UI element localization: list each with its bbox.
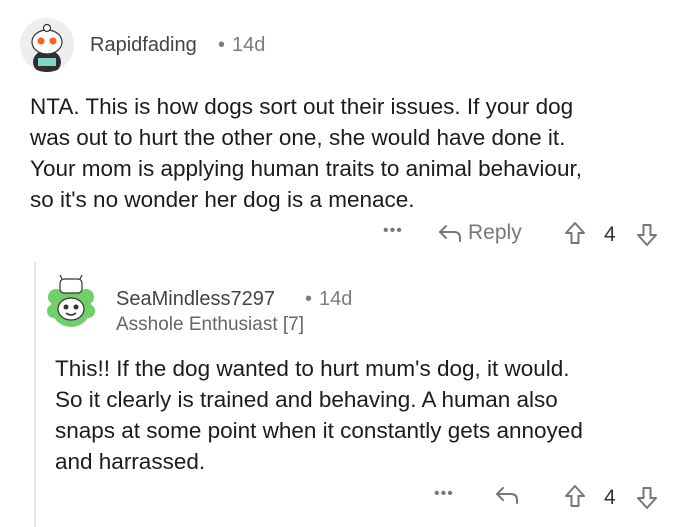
reply-body: This!! If the dog wanted to hurt mum's d… — [55, 353, 695, 477]
reply-body-line: and harrassed. — [55, 449, 206, 474]
vote-count: 4 — [604, 486, 616, 509]
comment-body-line: was out to hurt the other one, she would… — [30, 125, 566, 150]
vote-count: 4 — [604, 223, 616, 246]
reply-button[interactable]: Reply — [438, 221, 522, 245]
comment-body-line: so it's no wonder her dog is a menace. — [30, 187, 415, 212]
more-options-button[interactable]: ••• — [383, 222, 403, 240]
reply-arrow-icon — [496, 487, 518, 504]
snoo-avatar-icon — [47, 275, 95, 327]
comment-body-line: Your mom is applying human traits to ani… — [30, 156, 582, 181]
more-options-button[interactable]: ••• — [434, 485, 454, 503]
meta-separator: • — [218, 34, 226, 56]
reply-arrow-icon — [439, 225, 461, 242]
avatar[interactable] — [46, 275, 96, 329]
downvote-arrow-icon — [637, 487, 657, 509]
upvote-arrow-icon — [565, 485, 585, 507]
comment-body: NTA. This is how dogs sort out their iss… — [30, 91, 690, 215]
reply-label: Reply — [468, 221, 522, 244]
reply-body-line: This!! If the dog wanted to hurt mum's d… — [55, 356, 570, 381]
user-flair: Asshole Enthusiast [7] — [116, 314, 304, 335]
more-dots-icon: ••• — [383, 222, 403, 239]
downvote-arrow-icon — [637, 224, 657, 246]
comment-body-line: NTA. This is how dogs sort out their iss… — [30, 94, 574, 119]
downvote-button[interactable] — [636, 486, 658, 515]
upvote-button[interactable] — [564, 221, 586, 250]
snoo-avatar-icon — [20, 18, 74, 72]
meta-separator: • — [305, 288, 313, 310]
downvote-button[interactable] — [636, 223, 658, 252]
avatar[interactable] — [20, 18, 74, 72]
comment-username[interactable]: Rapidfading — [90, 34, 197, 57]
reply-username[interactable]: SeaMindless7297 — [116, 288, 275, 311]
more-dots-icon: ••• — [434, 485, 454, 502]
reply-age[interactable]: 14d — [319, 288, 352, 311]
upvote-button[interactable] — [564, 484, 586, 513]
thread-line[interactable] — [34, 262, 36, 527]
reply-button[interactable] — [495, 484, 519, 511]
reply-body-line: snaps at some point when it constantly g… — [55, 418, 583, 443]
reply-body-line: So it clearly is trained and behaving. A… — [55, 387, 558, 412]
upvote-arrow-icon — [565, 222, 585, 244]
comment-age[interactable]: 14d — [232, 34, 265, 57]
